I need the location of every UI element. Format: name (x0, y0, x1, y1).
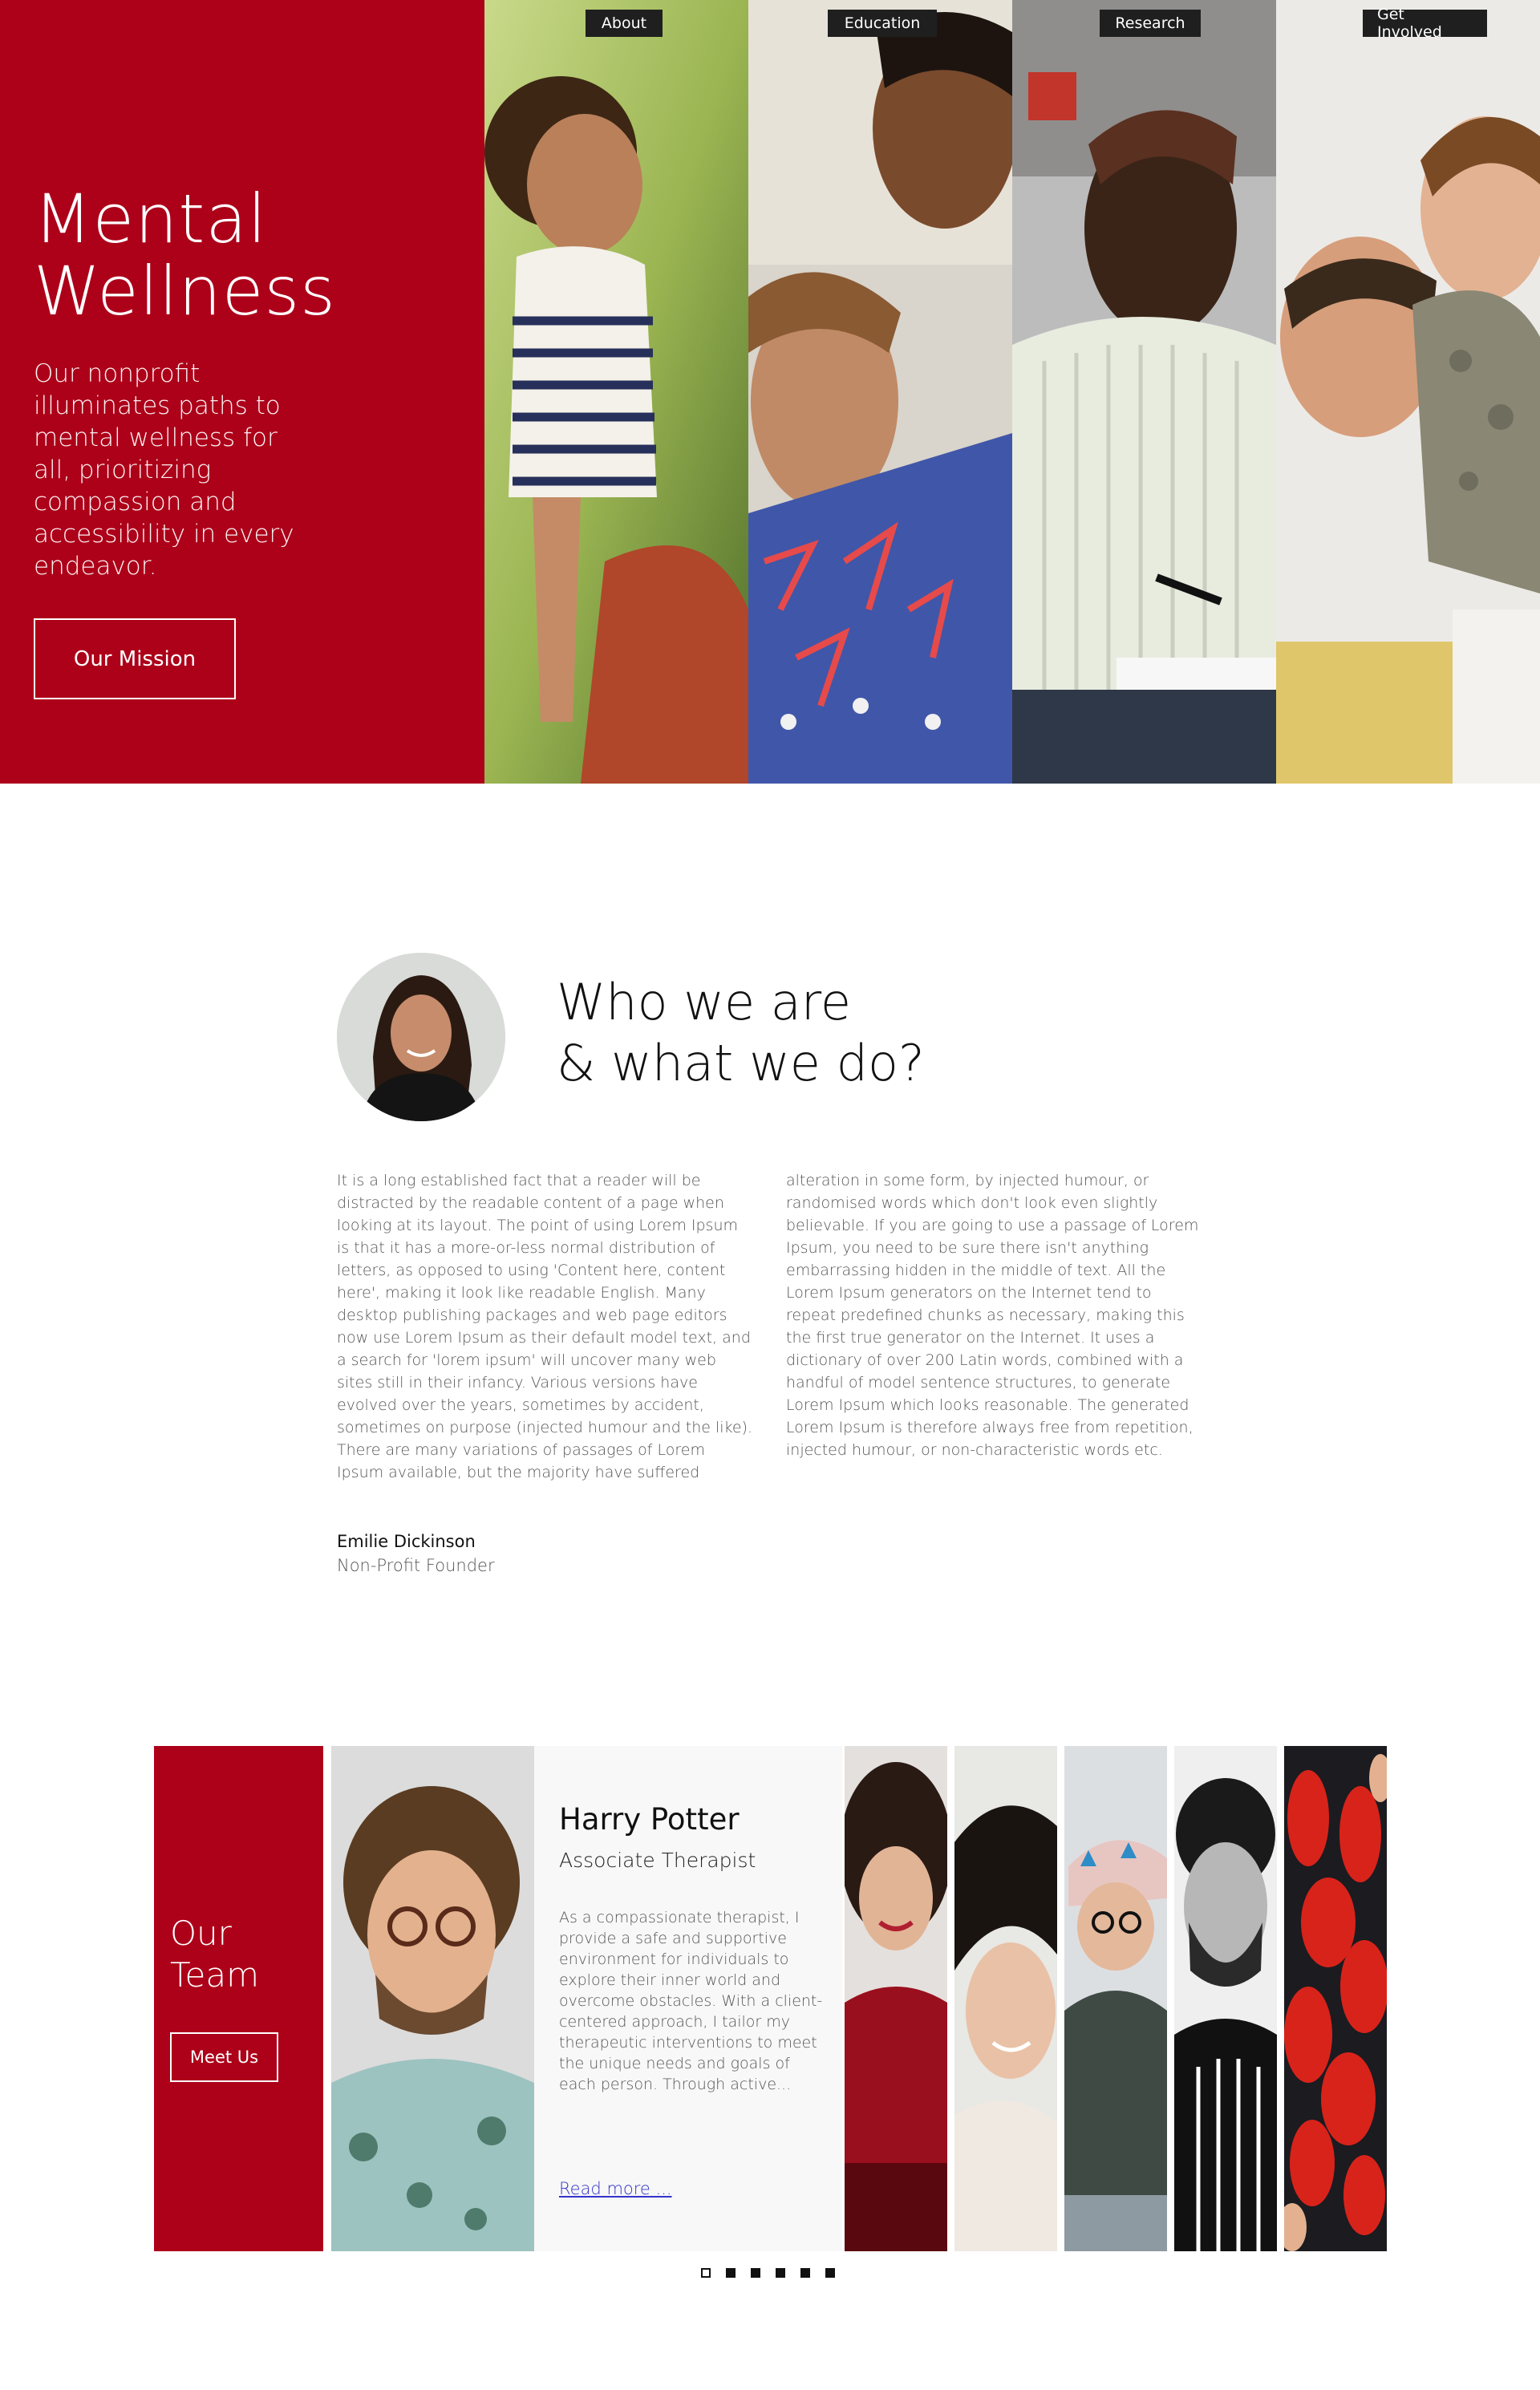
hero-subtitle: Our nonprofit illuminates paths to menta… (34, 359, 294, 581)
photo-woman-writing (1012, 0, 1276, 784)
photo-curly-man (331, 1746, 534, 2251)
hero-photo-about: About (484, 0, 748, 784)
about-text-col1: It is a long established fact that a rea… (337, 1172, 753, 1481)
meet-us-button[interactable]: Meet Us (170, 2032, 278, 2082)
featured-member-card: Harry Potter Associate Therapist As a co… (534, 1746, 842, 2251)
founder-avatar (337, 953, 505, 1121)
photo-bearded-man (1174, 1746, 1277, 2251)
hero-section: Mental Wellness Our nonprofit illuminate… (0, 0, 1540, 784)
member-name: Harry Potter (559, 1802, 740, 1837)
photo-woman-hat (1064, 1746, 1167, 2251)
featured-member-photo[interactable] (331, 1746, 534, 2251)
carousel-dot-6[interactable] (825, 2268, 835, 2278)
team-title: Our Team (170, 1913, 259, 1996)
read-more-link[interactable]: Read more ... (559, 2179, 672, 2198)
hero-title: Mental Wellness (34, 183, 451, 327)
team-member-thumb-3[interactable] (1064, 1746, 1167, 2251)
photo-smiling-woman (845, 1746, 947, 2251)
nav-research[interactable]: Research (1100, 10, 1201, 37)
carousel-dot-1[interactable] (701, 2268, 711, 2278)
about-text-col2: alteration in some form, by injected hum… (786, 1172, 1199, 1459)
hero-photo-research: Research (1012, 0, 1276, 784)
hero-title-line2: Wellness (34, 252, 336, 330)
about-title-line2: & what we do? (557, 1034, 925, 1092)
photo-toddler (484, 0, 748, 784)
team-panel: Our Team Meet Us (154, 1746, 323, 2251)
photo-red-hands (1284, 1746, 1387, 2251)
nav-about[interactable]: About (586, 10, 663, 37)
hero-photo-education: Education (748, 0, 1012, 784)
founder-photo (337, 953, 505, 1121)
hero-panel: Mental Wellness Our nonprofit illuminate… (0, 0, 484, 784)
team-member-thumb-2[interactable] (954, 1746, 1057, 2251)
hero-photo-get-involved: Get Involved (1276, 0, 1540, 784)
carousel-dot-2[interactable] (726, 2268, 736, 2278)
team-member-thumb-4[interactable] (1174, 1746, 1277, 2251)
carousel-dot-5[interactable] (800, 2268, 810, 2278)
founder-role: Non-Profit Founder (337, 1556, 495, 1575)
our-mission-button[interactable]: Our Mission (34, 618, 236, 699)
founder-name: Emilie Dickinson (337, 1532, 476, 1551)
photo-dark-hair-woman (954, 1746, 1057, 2251)
nav-get-involved[interactable]: Get Involved (1363, 6, 1487, 41)
carousel-pagination (701, 2268, 835, 2279)
nav-education[interactable]: Education (828, 10, 937, 37)
member-role: Associate Therapist (559, 1849, 756, 1872)
team-title-line2: Team (170, 1955, 260, 1995)
carousel-dot-3[interactable] (751, 2268, 760, 2278)
carousel-dot-4[interactable] (776, 2268, 785, 2278)
photo-friends (748, 0, 1012, 784)
team-member-thumb-5[interactable] (1284, 1746, 1387, 2251)
hero-title-line1: Mental (34, 180, 268, 258)
member-bio: As a compassionate therapist, I provide … (559, 1909, 823, 2093)
photo-father-son (1276, 0, 1540, 784)
about-title-line1: Who we are (557, 973, 852, 1031)
about-title: Who we are & what we do? (557, 972, 925, 1094)
team-member-thumb-1[interactable] (845, 1746, 947, 2251)
team-title-line1: Our (170, 1914, 232, 1953)
